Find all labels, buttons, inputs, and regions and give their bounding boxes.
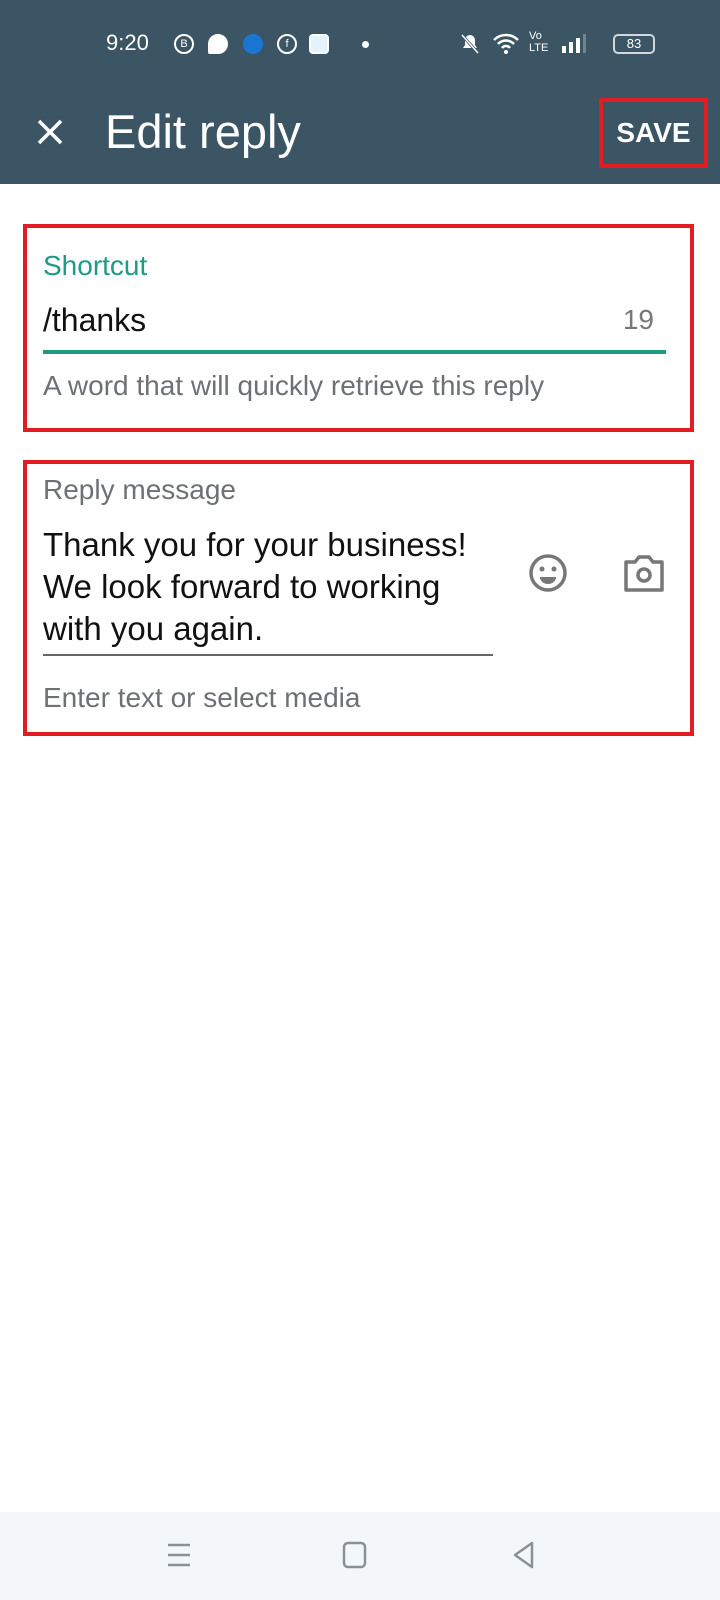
- home-icon: [342, 1541, 367, 1569]
- back-button[interactable]: [510, 1540, 540, 1570]
- reply-message-underline: [43, 654, 493, 656]
- wifi-icon: [493, 33, 519, 54]
- app-bar: Edit reply SAVE: [0, 90, 720, 184]
- volte-icon: Vo LTE: [529, 30, 549, 54]
- more-dot-icon: [362, 41, 369, 48]
- emoji-button[interactable]: [527, 552, 569, 594]
- reply-message-section: Reply message Thank you for your busines…: [23, 460, 694, 736]
- status-bar: 9:20 B f Vo LTE 83: [0, 0, 720, 90]
- shortcut-label: Shortcut: [43, 250, 148, 281]
- reply-message-label: Reply message: [43, 474, 236, 505]
- shortcut-section: Shortcut /thanks 19 A word that will qui…: [23, 224, 694, 432]
- camera-icon: [624, 555, 664, 592]
- shortcut-underline: [43, 350, 666, 354]
- reply-helper-text: Enter text or select media: [43, 682, 361, 713]
- home-button[interactable]: [340, 1540, 370, 1570]
- shortcut-helper-text: A word that will quickly retrieve this r…: [43, 370, 545, 401]
- battery-indicator: 83: [613, 34, 655, 54]
- back-icon: [513, 1541, 534, 1569]
- reply-message-input[interactable]: Thank you for your business! We look for…: [43, 524, 483, 650]
- menu-icon: [168, 1543, 190, 1567]
- silent-bell-icon: [460, 34, 480, 54]
- chat-bubble-icon: [208, 34, 228, 54]
- char-counter: 19: [622, 304, 654, 335]
- page-title: Edit reply: [105, 105, 301, 158]
- emoji-icon: [529, 554, 567, 592]
- recents-button[interactable]: [164, 1540, 194, 1570]
- camera-button[interactable]: [622, 552, 666, 594]
- save-button[interactable]: SAVE: [599, 98, 708, 168]
- whatsapp-business-icon: B: [174, 34, 194, 54]
- facebook-icon: f: [277, 34, 297, 54]
- files-app-icon: [309, 34, 329, 54]
- status-time: 9:20: [106, 30, 149, 55]
- shortcut-input[interactable]: /thanks: [43, 302, 146, 339]
- edge-browser-icon: [243, 34, 263, 54]
- close-button[interactable]: [30, 112, 70, 152]
- system-nav-bar: [0, 1512, 720, 1600]
- close-icon: [37, 119, 63, 145]
- signal-icon: [562, 34, 586, 53]
